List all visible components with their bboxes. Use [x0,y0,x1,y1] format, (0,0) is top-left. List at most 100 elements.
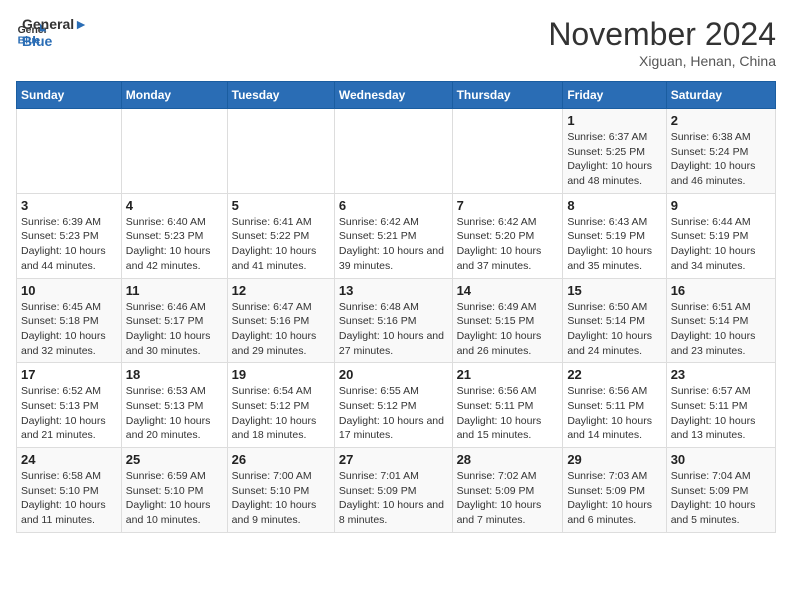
calendar-cell: 21 Sunrise: 6:56 AM Sunset: 5:11 PM Dayli… [452,363,563,448]
calendar-cell: 1 Sunrise: 6:37 AM Sunset: 5:25 PM Daylig… [563,109,666,194]
day-info: Sunrise: 6:42 AM Sunset: 5:21 PM Dayligh… [339,215,448,274]
calendar-cell: 30Sunrise: 7:04 AM Sunset: 5:09 PM Dayli… [666,448,775,533]
calendar-cell: 20Sunrise: 6:55 AM Sunset: 5:12 PM Dayli… [334,363,452,448]
day-info: Sunrise: 6:54 AM Sunset: 5:12 PM Dayligh… [232,384,330,443]
header-row: SundayMondayTuesdayWednesdayThursdayFrid… [17,82,776,109]
day-info: Sunrise: 6:56 AM Sunset: 5:11 PM Dayligh… [457,384,559,443]
day-info: Sunrise: 6:43 AM Sunset: 5:19 PM Dayligh… [567,215,661,274]
day-info: Sunrise: 6:40 AM Sunset: 5:23 PM Dayligh… [126,215,223,274]
day-info: Sunrise: 6:56 AM Sunset: 5:11 PM Dayligh… [567,384,661,443]
calendar-cell: 28 Sunrise: 7:02 AM Sunset: 5:09 PM Dayli… [452,448,563,533]
day-number: 13 [339,283,448,298]
calendar-week-2: 3 Sunrise: 6:39 AM Sunset: 5:23 PM Daylig… [17,193,776,278]
day-info: Sunrise: 6:47 AM Sunset: 5:16 PM Dayligh… [232,300,330,359]
day-info: Sunrise: 6:44 AM Sunset: 5:19 PM Dayligh… [671,215,771,274]
calendar-week-1: 1 Sunrise: 6:37 AM Sunset: 5:25 PM Daylig… [17,109,776,194]
calendar-cell: 26 Sunrise: 7:00 AM Sunset: 5:10 PM Dayli… [227,448,334,533]
day-info: Sunrise: 6:41 AM Sunset: 5:22 PM Dayligh… [232,215,330,274]
month-title: November 2024 [548,16,776,53]
calendar-cell: 16 Sunrise: 6:51 AM Sunset: 5:14 PM Dayli… [666,278,775,363]
calendar-header: SundayMondayTuesdayWednesdayThursdayFrid… [17,82,776,109]
header-day-saturday: Saturday [666,82,775,109]
calendar-cell: 14 Sunrise: 6:49 AM Sunset: 5:15 PM Dayli… [452,278,563,363]
calendar-cell: 10 Sunrise: 6:45 AM Sunset: 5:18 PM Dayli… [17,278,122,363]
header-day-wednesday: Wednesday [334,82,452,109]
calendar-table: SundayMondayTuesdayWednesdayThursdayFrid… [16,81,776,533]
day-number: 19 [232,367,330,382]
day-info: Sunrise: 6:50 AM Sunset: 5:14 PM Dayligh… [567,300,661,359]
day-number: 1 [567,113,661,128]
calendar-cell: 27 Sunrise: 7:01 AM Sunset: 5:09 PM Dayli… [334,448,452,533]
day-number: 17 [21,367,117,382]
calendar-cell: 12 Sunrise: 6:47 AM Sunset: 5:16 PM Dayli… [227,278,334,363]
calendar-cell: 11Sunrise: 6:46 AM Sunset: 5:17 PM Dayli… [121,278,227,363]
day-info: Sunrise: 7:01 AM Sunset: 5:09 PM Dayligh… [339,469,448,528]
header-day-monday: Monday [121,82,227,109]
calendar-cell: 7Sunrise: 6:42 AM Sunset: 5:20 PM Daylig… [452,193,563,278]
calendar-cell: 6 Sunrise: 6:42 AM Sunset: 5:21 PM Daylig… [334,193,452,278]
day-number: 16 [671,283,771,298]
day-info: Sunrise: 6:57 AM Sunset: 5:11 PM Dayligh… [671,384,771,443]
day-info: Sunrise: 6:38 AM Sunset: 5:24 PM Dayligh… [671,130,771,189]
day-number: 8 [567,198,661,213]
day-number: 21 [457,367,559,382]
day-number: 4 [126,198,223,213]
calendar-week-4: 17 Sunrise: 6:52 AM Sunset: 5:13 PM Dayli… [17,363,776,448]
title-block: November 2024 Xiguan, Henan, China [548,16,776,69]
day-info: Sunrise: 6:53 AM Sunset: 5:13 PM Dayligh… [126,384,223,443]
calendar-body: 1 Sunrise: 6:37 AM Sunset: 5:25 PM Daylig… [17,109,776,533]
calendar-cell: 18 Sunrise: 6:53 AM Sunset: 5:13 PM Dayli… [121,363,227,448]
day-number: 2 [671,113,771,128]
day-info: Sunrise: 6:45 AM Sunset: 5:18 PM Dayligh… [21,300,117,359]
location: Xiguan, Henan, China [548,53,776,69]
day-number: 11 [126,283,223,298]
day-number: 18 [126,367,223,382]
calendar-cell: 5 Sunrise: 6:41 AM Sunset: 5:22 PM Daylig… [227,193,334,278]
calendar-cell: 23 Sunrise: 6:57 AM Sunset: 5:11 PM Dayli… [666,363,775,448]
calendar-cell: 22Sunrise: 6:56 AM Sunset: 5:11 PM Dayli… [563,363,666,448]
calendar-cell: 17 Sunrise: 6:52 AM Sunset: 5:13 PM Dayli… [17,363,122,448]
calendar-cell: 2 Sunrise: 6:38 AM Sunset: 5:24 PM Daylig… [666,109,775,194]
day-number: 14 [457,283,559,298]
day-info: Sunrise: 7:02 AM Sunset: 5:09 PM Dayligh… [457,469,559,528]
header-day-tuesday: Tuesday [227,82,334,109]
calendar-cell [452,109,563,194]
day-number: 25 [126,452,223,467]
day-number: 3 [21,198,117,213]
page-header: General Blue General Blue General► Blue … [16,16,776,69]
day-info: Sunrise: 6:58 AM Sunset: 5:10 PM Dayligh… [21,469,117,528]
day-info: Sunrise: 6:59 AM Sunset: 5:10 PM Dayligh… [126,469,223,528]
header-day-sunday: Sunday [17,82,122,109]
day-number: 6 [339,198,448,213]
calendar-cell: 15 Sunrise: 6:50 AM Sunset: 5:14 PM Dayli… [563,278,666,363]
day-info: Sunrise: 6:51 AM Sunset: 5:14 PM Dayligh… [671,300,771,359]
day-number: 5 [232,198,330,213]
calendar-cell: 13Sunrise: 6:48 AM Sunset: 5:16 PM Dayli… [334,278,452,363]
calendar-cell: 29Sunrise: 7:03 AM Sunset: 5:09 PM Dayli… [563,448,666,533]
day-info: Sunrise: 6:52 AM Sunset: 5:13 PM Dayligh… [21,384,117,443]
day-number: 26 [232,452,330,467]
calendar-cell [334,109,452,194]
calendar-week-3: 10 Sunrise: 6:45 AM Sunset: 5:18 PM Dayli… [17,278,776,363]
day-info: Sunrise: 6:39 AM Sunset: 5:23 PM Dayligh… [21,215,117,274]
day-info: Sunrise: 6:49 AM Sunset: 5:15 PM Dayligh… [457,300,559,359]
day-info: Sunrise: 6:37 AM Sunset: 5:25 PM Dayligh… [567,130,661,189]
day-number: 7 [457,198,559,213]
day-info: Sunrise: 7:00 AM Sunset: 5:10 PM Dayligh… [232,469,330,528]
day-number: 23 [671,367,771,382]
calendar-cell [227,109,334,194]
day-number: 12 [232,283,330,298]
day-number: 9 [671,198,771,213]
calendar-cell: 19 Sunrise: 6:54 AM Sunset: 5:12 PM Dayli… [227,363,334,448]
day-number: 10 [21,283,117,298]
calendar-cell [17,109,122,194]
day-number: 15 [567,283,661,298]
day-number: 27 [339,452,448,467]
calendar-cell: 3 Sunrise: 6:39 AM Sunset: 5:23 PM Daylig… [17,193,122,278]
day-info: Sunrise: 7:04 AM Sunset: 5:09 PM Dayligh… [671,469,771,528]
day-info: Sunrise: 6:55 AM Sunset: 5:12 PM Dayligh… [339,384,448,443]
day-number: 29 [567,452,661,467]
calendar-cell: 8 Sunrise: 6:43 AM Sunset: 5:19 PM Daylig… [563,193,666,278]
calendar-week-5: 24Sunrise: 6:58 AM Sunset: 5:10 PM Dayli… [17,448,776,533]
day-number: 28 [457,452,559,467]
